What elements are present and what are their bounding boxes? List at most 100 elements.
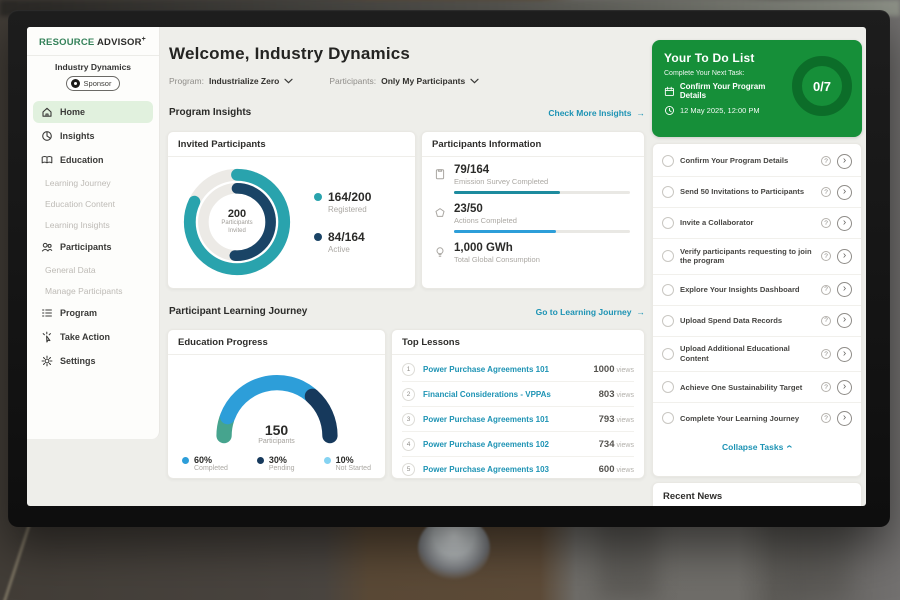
task-row-explore-insights[interactable]: Explore Your Insights Dashboard ? › — [653, 275, 861, 306]
sponsor-badge[interactable]: Sponsor — [66, 76, 121, 91]
chevron-right-icon[interactable]: › — [837, 154, 852, 169]
lesson-views-value: 600 — [599, 464, 615, 475]
checkbox-icon[interactable] — [662, 348, 674, 360]
sidebar-item-label: Learning Journey — [45, 178, 111, 188]
help-icon[interactable]: ? — [821, 218, 831, 228]
top-lessons-list: 1 Power Purchase Agreements 101 1000view… — [392, 355, 644, 479]
program-filter-label: Program: — [169, 76, 204, 86]
sidebar-item-education-content[interactable]: Education Content — [33, 194, 153, 213]
todo-progress-ring: 0/7 — [792, 56, 852, 116]
app-screen: RESOURCE ADVISOR+ Industry Dynamics Spon… — [27, 27, 866, 506]
chevron-right-icon[interactable]: › — [837, 380, 852, 395]
checkbox-icon[interactable] — [662, 381, 674, 393]
help-icon[interactable]: ? — [821, 187, 831, 197]
gauge-legend: 60% Completed 30% Pending 10% Not Star — [168, 445, 385, 472]
task-row-achieve-sustainability-target[interactable]: Achieve One Sustainability Target ? › — [653, 372, 861, 403]
chevron-right-icon[interactable]: › — [837, 282, 852, 297]
go-to-learning-journey-link[interactable]: Go to Learning Journey → — [536, 307, 645, 317]
sidebar-item-manage-participants[interactable]: Manage Participants — [33, 281, 153, 300]
checkbox-icon[interactable] — [662, 217, 674, 229]
sponsor-icon — [71, 79, 80, 88]
todo-title: Your To Do List — [664, 51, 792, 65]
lesson-row: 2 Financial Considerations - VPPAs 803vi… — [402, 382, 634, 407]
sidebar-item-participants[interactable]: Participants — [33, 236, 153, 258]
chevron-right-icon[interactable]: › — [837, 411, 852, 426]
checkbox-icon[interactable] — [662, 315, 674, 327]
legend-item-active: 84/164 Active — [314, 230, 371, 254]
task-row-confirm-program[interactable]: Confirm Your Program Details ? › — [653, 146, 861, 177]
sidebar-item-general-data[interactable]: General Data — [33, 260, 153, 279]
task-row-send-invitations[interactable]: Send 50 Invitations to Participants ? › — [653, 177, 861, 208]
participants-filter-dropdown[interactable]: Participants: Only My Participants — [329, 76, 479, 86]
collapse-tasks-link[interactable]: Collapse Tasks › — [653, 433, 861, 456]
sidebar-item-label: Take Action — [60, 332, 110, 342]
lesson-views-value: 803 — [599, 389, 615, 400]
lesson-link[interactable]: Power Purchase Agreements 102 — [423, 440, 591, 449]
sidebar-item-take-action[interactable]: Take Action — [33, 326, 153, 348]
program-filter-dropdown[interactable]: Program: Industrialize Zero — [169, 76, 293, 86]
sidebar-item-label: Learning Insights — [45, 220, 110, 230]
task-row-complete-learning-journey[interactable]: Complete Your Learning Journey ? › — [653, 403, 861, 433]
task-row-upload-educational-content[interactable]: Upload Additional Educational Content ? … — [653, 337, 861, 373]
legend-item-pending: 30% Pending — [257, 455, 295, 472]
lesson-link[interactable]: Power Purchase Agreements 103 — [423, 465, 591, 474]
checkbox-icon[interactable] — [662, 250, 674, 262]
sidebar-item-learning-insights[interactable]: Learning Insights — [33, 215, 153, 234]
sidebar-item-insights[interactable]: Insights — [33, 125, 153, 147]
task-row-invite-collaborator[interactable]: Invite a Collaborator ? › — [653, 208, 861, 239]
sidebar-item-learning-journey[interactable]: Learning Journey — [33, 173, 153, 192]
help-icon[interactable]: ? — [821, 156, 831, 166]
registered-value: 164/200 — [328, 190, 371, 204]
checkbox-icon[interactable] — [662, 155, 674, 167]
main-content: Welcome, Industry Dynamics Program: Indu… — [167, 27, 645, 506]
checkbox-icon[interactable] — [662, 186, 674, 198]
page-title: Welcome, Industry Dynamics — [169, 44, 410, 64]
education-progress-gauge-chart: 150 Participants — [202, 365, 352, 445]
sidebar-item-education[interactable]: Education — [33, 149, 153, 171]
sidebar-item-settings[interactable]: Settings — [33, 350, 153, 372]
chevron-right-icon[interactable]: › — [837, 313, 852, 328]
lesson-link[interactable]: Power Purchase Agreements 101 — [423, 415, 591, 424]
completed-pct: 60% — [194, 455, 228, 465]
help-icon[interactable]: ? — [821, 251, 831, 261]
checkbox-icon[interactable] — [662, 412, 674, 424]
participants-information-card: Participants Information 79/164 Emission… — [421, 131, 645, 289]
chevron-right-icon[interactable]: › — [837, 347, 852, 362]
gauge-center-label: 150 Participants — [202, 422, 352, 445]
task-row-verify-participants[interactable]: Verify participants requesting to join t… — [653, 239, 861, 275]
program-insights-heading: Program Insights — [169, 107, 251, 118]
actions-icon — [434, 207, 446, 219]
sidebar-item-program[interactable]: Program — [33, 302, 153, 324]
help-icon[interactable]: ? — [821, 316, 831, 326]
completed-label: Completed — [194, 465, 228, 472]
registered-label: Registered — [328, 205, 371, 214]
lesson-link[interactable]: Financial Considerations - VPPAs — [423, 390, 591, 399]
sidebar-item-home[interactable]: Home — [33, 101, 153, 123]
help-icon[interactable]: ? — [821, 413, 831, 423]
collapse-tasks-label: Collapse Tasks — [722, 442, 783, 452]
task-row-upload-spend-data[interactable]: Upload Spend Data Records ? › — [653, 306, 861, 337]
pending-pct: 30% — [269, 455, 295, 465]
insights-icon — [41, 130, 53, 142]
pending-dot-icon — [257, 457, 264, 464]
bulb-icon — [434, 246, 446, 258]
legend-item-not-started: 10% Not Started — [324, 455, 371, 472]
lesson-row: 3 Power Purchase Agreements 101 793views — [402, 407, 634, 432]
chevron-right-icon[interactable]: › — [837, 216, 852, 231]
sidebar-item-label: Home — [60, 107, 85, 117]
sidebar-item-label: Education — [60, 155, 104, 165]
lesson-link[interactable]: Power Purchase Agreements 101 — [423, 365, 585, 374]
check-more-insights-link[interactable]: Check More Insights → — [548, 108, 645, 118]
help-icon[interactable]: ? — [821, 285, 831, 295]
chevron-right-icon[interactable]: › — [837, 249, 852, 264]
todo-summary-card: Your To Do List Complete Your Next Task:… — [652, 40, 862, 137]
chevron-right-icon[interactable]: › — [837, 185, 852, 200]
active-label: Active — [328, 245, 365, 254]
help-icon[interactable]: ? — [821, 382, 831, 392]
todo-progress-value: 0/7 — [813, 79, 831, 94]
chevron-down-icon — [284, 78, 293, 84]
checkbox-icon[interactable] — [662, 284, 674, 296]
lesson-rank: 2 — [402, 388, 415, 401]
help-icon[interactable]: ? — [821, 349, 831, 359]
task-label: Explore Your Insights Dashboard — [680, 285, 815, 295]
